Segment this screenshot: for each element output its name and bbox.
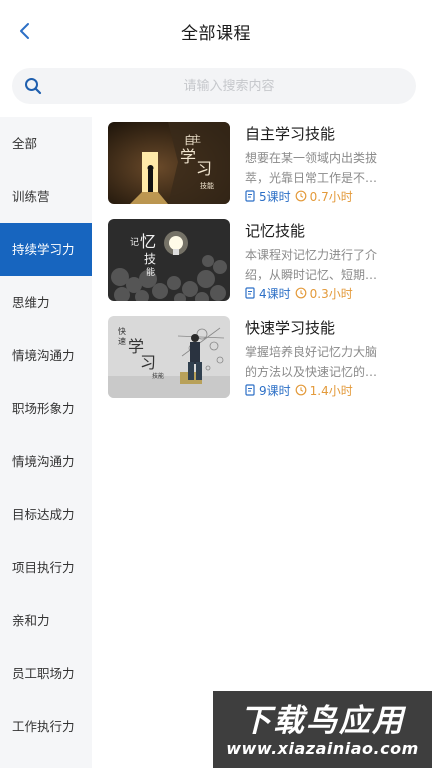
svg-text:能: 能 — [146, 266, 155, 278]
course-card[interactable]: 快 速 学 习 技能 快速学习技能 掌握培养良好记忆力大脑的方法以及快速记忆的…… — [108, 316, 424, 413]
sidebar-item-situational-communication[interactable]: 情境沟通力 — [0, 329, 92, 382]
app-header: 全部课程 — [0, 0, 432, 62]
course-title: 自主学习技能 — [245, 125, 336, 143]
document-icon — [245, 190, 255, 202]
lesson-count: 9课时 — [259, 383, 291, 398]
sidebar-item-thinking[interactable]: 思维力 — [0, 276, 92, 329]
lesson-count: 5课时 — [259, 189, 291, 204]
svg-text:学: 学 — [180, 147, 196, 166]
category-sidebar: 全部 训练营 持续学习力 思维力 情境沟通力 职场形象力 情境沟通力 目标达成力… — [0, 117, 92, 768]
course-list: 自 主 学 习 技能 自主学习技能 想要在某一领域内出类拔萃，光靠日常工作是不…… — [108, 122, 424, 413]
search-bar[interactable] — [12, 68, 416, 104]
course-title: 记忆技能 — [245, 222, 306, 240]
svg-text:技: 技 — [144, 252, 156, 266]
svg-text:快: 快 — [118, 326, 126, 336]
sidebar-item-situational-communication-2[interactable]: 情境沟通力 — [0, 435, 92, 488]
course-description: 想要在某一领域内出类拔萃，光靠日常工作是不… — [245, 151, 378, 185]
course-card[interactable]: 记 忆 技 能 记忆技能 本课程对记忆力进行了介绍，从瞬时记忆、短期… 4课时 … — [108, 219, 424, 316]
course-description: 本课程对记忆力进行了介绍，从瞬时记忆、短期… — [245, 248, 378, 282]
svg-text:习: 习 — [140, 353, 156, 372]
svg-text:技能: 技能 — [200, 181, 214, 190]
course-card[interactable]: 自 主 学 习 技能 自主学习技能 想要在某一领域内出类拔萃，光靠日常工作是不…… — [108, 122, 424, 219]
search-icon[interactable] — [24, 77, 42, 95]
watermark-logo-text: 下载鸟应用 — [240, 703, 405, 739]
sidebar-item-camp[interactable]: 训练营 — [0, 170, 92, 223]
svg-text:主: 主 — [192, 133, 201, 145]
document-icon — [245, 287, 255, 299]
svg-text:技能: 技能 — [152, 372, 164, 380]
watermark-url: www.xiazainiao.com — [226, 739, 419, 758]
svg-text:记: 记 — [130, 237, 139, 248]
course-duration: 0.7小时 — [309, 189, 353, 204]
sidebar-item-project-execution[interactable]: 项目执行力 — [0, 541, 92, 594]
course-thumbnail[interactable]: 快 速 学 习 技能 — [108, 316, 230, 398]
course-duration: 0.3小时 — [309, 286, 353, 301]
course-thumbnail[interactable]: 记 忆 技 能 — [108, 219, 230, 301]
sidebar-item-affinity[interactable]: 亲和力 — [0, 594, 92, 647]
course-meta: 4课时 0.3小时 — [245, 285, 353, 301]
document-icon — [245, 384, 255, 396]
course-duration: 1.4小时 — [309, 383, 353, 398]
sidebar-item-continuous-learning[interactable]: 持续学习力 — [0, 223, 92, 276]
clock-icon — [295, 190, 307, 202]
course-title: 快速学习技能 — [245, 319, 336, 337]
clock-icon — [295, 384, 307, 396]
sidebar-item-employee-workplace[interactable]: 员工职场力 — [0, 647, 92, 700]
svg-text:速: 速 — [118, 337, 126, 346]
sidebar-item-goal-achievement[interactable]: 目标达成力 — [0, 488, 92, 541]
course-meta: 9课时 1.4小时 — [245, 382, 353, 398]
course-description: 掌握培养良好记忆力大脑的方法以及快速记忆的… — [245, 345, 378, 379]
sidebar-item-work-execution[interactable]: 工作执行力 — [0, 700, 92, 753]
svg-text:习: 习 — [196, 159, 212, 178]
sidebar-item-all[interactable]: 全部 — [0, 117, 92, 170]
watermark: 下载鸟应用 www.xiazainiao.com — [213, 691, 432, 768]
page-title: 全部课程 — [181, 24, 251, 44]
svg-text:忆: 忆 — [140, 232, 156, 251]
sidebar-item-workplace-image[interactable]: 职场形象力 — [0, 382, 92, 435]
course-thumbnail[interactable]: 自 主 学 习 技能 — [108, 122, 230, 204]
lesson-count: 4课时 — [259, 286, 291, 301]
clock-icon — [295, 287, 307, 299]
search-input[interactable] — [56, 68, 402, 104]
course-meta: 5课时 0.7小时 — [245, 188, 353, 204]
